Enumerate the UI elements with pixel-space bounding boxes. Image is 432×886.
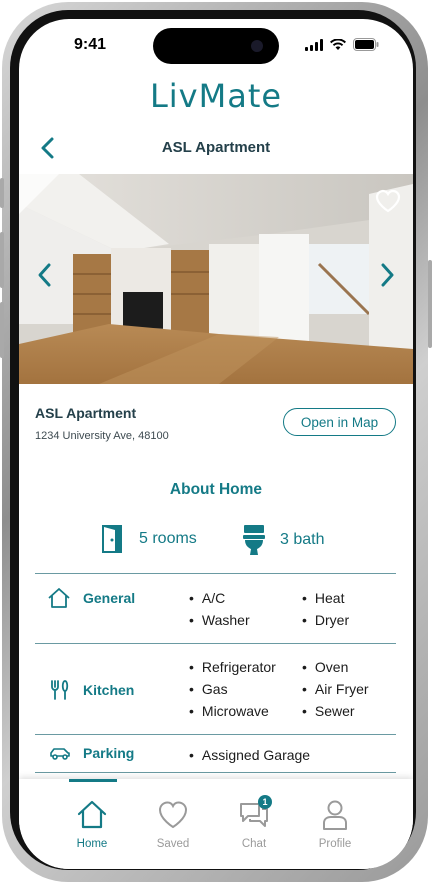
- divider: [35, 734, 396, 735]
- general-section-label: General: [47, 587, 135, 609]
- toilet-icon: [243, 525, 265, 555]
- rooms-stat: 5 rooms: [101, 524, 197, 554]
- signal-icon: [305, 38, 323, 51]
- list-item: Oven: [302, 656, 369, 678]
- next-photo-icon[interactable]: [377, 262, 397, 288]
- bath-count: 3 bath: [280, 531, 325, 548]
- favorite-heart-icon[interactable]: [375, 189, 401, 213]
- about-home-heading: About Home: [169, 481, 263, 498]
- kitchen-section-label: Kitchen: [49, 679, 134, 701]
- general-list-col1: A/C Washer: [189, 587, 250, 631]
- car-icon: [50, 748, 70, 760]
- list-item: A/C: [189, 587, 250, 609]
- list-item: Washer: [189, 609, 250, 631]
- status-time: 9:41: [74, 36, 107, 53]
- tab-saved-label: Saved: [156, 838, 190, 850]
- previous-photo-icon[interactable]: [35, 262, 55, 288]
- bottom-tab-bar: Home Saved 1 Chat Profile: [19, 779, 413, 869]
- parking-section-label: Parking: [49, 745, 134, 761]
- property-address: 1234 University Ave, 48100: [35, 430, 169, 442]
- tab-profile[interactable]: Profile: [300, 779, 370, 859]
- apartment-interior-image: [19, 174, 413, 384]
- rooms-count: 5 rooms: [139, 530, 197, 547]
- divider: [35, 573, 396, 574]
- screen: 9:41 LivMate ASL Apartment ASL Apartment…: [19, 19, 413, 869]
- power-button: [428, 260, 432, 348]
- chat-badge: 1: [258, 795, 272, 809]
- tab-home-label: Home: [76, 838, 108, 850]
- status-icons: [305, 38, 379, 51]
- volume-down-button: [0, 302, 4, 358]
- dynamic-island: [153, 28, 279, 64]
- parking-list: Assigned Garage: [189, 744, 310, 766]
- list-item: Air Fryer: [302, 678, 369, 700]
- list-item: Heat: [302, 587, 349, 609]
- kitchen-list-col2: Oven Air Fryer Sewer: [302, 656, 369, 722]
- utensils-icon: [51, 680, 69, 700]
- property-name: ASL Apartment: [35, 405, 137, 421]
- divider: [35, 772, 396, 773]
- action-button: [0, 178, 4, 208]
- chat-icon: 1: [238, 795, 272, 831]
- tab-profile-label: Profile: [318, 838, 352, 850]
- app-logo: LivMate: [149, 77, 283, 115]
- list-item: Dryer: [302, 609, 349, 631]
- bath-stat: 3 bath: [242, 524, 324, 556]
- tab-chat-label: Chat: [241, 838, 267, 850]
- wifi-icon: [330, 38, 346, 50]
- list-item: Refrigerator: [189, 656, 276, 678]
- battery-icon: [353, 38, 379, 51]
- door-icon: [102, 525, 122, 553]
- page-title: ASL Apartment: [161, 139, 271, 156]
- general-label: General: [83, 590, 136, 606]
- tab-home[interactable]: Home: [57, 779, 127, 859]
- volume-up-button: [0, 232, 4, 288]
- list-item: Sewer: [302, 700, 369, 722]
- home-icon: [76, 799, 108, 831]
- tab-chat[interactable]: 1 Chat: [219, 779, 289, 859]
- camera-icon: [251, 40, 263, 52]
- tab-saved[interactable]: Saved: [138, 779, 208, 859]
- open-in-map-button[interactable]: Open in Map: [283, 408, 396, 436]
- divider: [35, 643, 396, 644]
- property-photo[interactable]: [19, 174, 413, 384]
- list-item: Gas: [189, 678, 276, 700]
- list-item: Assigned Garage: [189, 744, 310, 766]
- kitchen-list-col1: Refrigerator Gas Microwave: [189, 656, 276, 722]
- parking-label: Parking: [83, 745, 135, 761]
- kitchen-label: Kitchen: [83, 682, 135, 698]
- person-icon: [319, 799, 351, 831]
- heart-icon: [157, 799, 189, 831]
- house-icon: [48, 588, 70, 608]
- status-bar: 9:41: [19, 19, 413, 69]
- list-item: Microwave: [189, 700, 276, 722]
- general-list-col2: Heat Dryer: [302, 587, 349, 631]
